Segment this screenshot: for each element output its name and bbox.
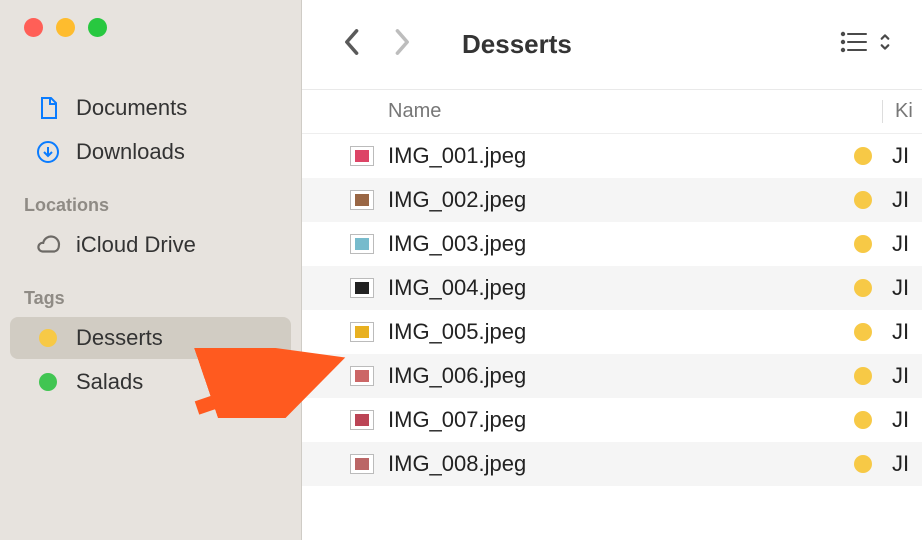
file-thumbnail-icon — [350, 410, 374, 430]
file-row[interactable]: IMG_008.jpeg JI — [302, 442, 922, 486]
sidebar-item-label: Downloads — [76, 139, 185, 165]
file-row[interactable]: IMG_002.jpeg JI — [302, 178, 922, 222]
file-row[interactable]: IMG_007.jpeg JI — [302, 398, 922, 442]
view-options-button[interactable] — [878, 31, 892, 58]
sidebar-item-label: Salads — [76, 369, 143, 395]
file-tag-dot — [854, 367, 872, 385]
file-thumbnail-icon — [350, 366, 374, 386]
document-icon — [34, 94, 62, 122]
sidebar-item-documents[interactable]: Documents — [10, 87, 291, 129]
file-kind: JI — [892, 319, 922, 345]
sidebar-item-label: iCloud Drive — [76, 232, 196, 258]
file-kind: JI — [892, 231, 922, 257]
cloud-icon — [34, 231, 62, 259]
file-tag-dot — [854, 411, 872, 429]
file-name: IMG_006.jpeg — [388, 363, 854, 389]
toolbar: Desserts — [302, 0, 922, 90]
file-name: IMG_004.jpeg — [388, 275, 854, 301]
file-name: IMG_008.jpeg — [388, 451, 854, 477]
file-thumbnail-icon — [350, 234, 374, 254]
file-kind: JI — [892, 407, 922, 433]
file-thumbnail-icon — [350, 190, 374, 210]
section-header-locations: Locations — [0, 175, 301, 222]
file-thumbnail-icon — [350, 278, 374, 298]
file-list: IMG_001.jpegJIIMG_002.jpegJIIMG_003.jpeg… — [302, 134, 922, 540]
file-tag-dot — [854, 323, 872, 341]
file-kind: JI — [892, 363, 922, 389]
file-kind: JI — [892, 187, 922, 213]
file-tag-dot — [854, 235, 872, 253]
file-thumbnail-icon — [350, 454, 374, 474]
column-header-name[interactable]: Name — [388, 100, 882, 123]
close-window-button[interactable] — [24, 18, 43, 37]
file-name: IMG_003.jpeg — [388, 231, 854, 257]
file-row[interactable]: IMG_006.jpeg JI — [302, 354, 922, 398]
window-controls — [0, 18, 301, 85]
column-headers: Name Ki — [302, 90, 922, 134]
sidebar-item-label: Documents — [76, 95, 187, 121]
fullscreen-window-button[interactable] — [88, 18, 107, 37]
file-tag-dot — [854, 279, 872, 297]
file-thumbnail-icon — [350, 146, 374, 166]
tag-dot-icon — [34, 324, 62, 352]
file-name: IMG_007.jpeg — [388, 407, 854, 433]
main-content: Desserts Name Ki — [302, 0, 922, 540]
file-tag-dot — [854, 191, 872, 209]
sidebar-item-label: Desserts — [76, 325, 163, 351]
forward-button[interactable] — [394, 28, 412, 61]
download-icon — [34, 138, 62, 166]
file-tag-dot — [854, 147, 872, 165]
file-kind: JI — [892, 143, 922, 169]
sidebar-tag-salads[interactable]: Salads — [10, 361, 291, 403]
sidebar-item-icloud-drive[interactable]: iCloud Drive — [10, 224, 291, 266]
file-name: IMG_005.jpeg — [388, 319, 854, 345]
column-header-kind[interactable]: Ki — [882, 100, 922, 123]
sidebar-tag-desserts[interactable]: Desserts — [10, 317, 291, 359]
file-kind: JI — [892, 275, 922, 301]
sidebar: Documents Downloads Locations iCloud Dri… — [0, 0, 302, 540]
window-title: Desserts — [462, 29, 572, 60]
file-thumbnail-icon — [350, 322, 374, 342]
file-row[interactable]: IMG_003.jpeg JI — [302, 222, 922, 266]
file-kind: JI — [892, 451, 922, 477]
file-name: IMG_002.jpeg — [388, 187, 854, 213]
file-row[interactable]: IMG_001.jpeg JI — [302, 134, 922, 178]
tag-dot-icon — [34, 368, 62, 396]
section-header-tags: Tags — [0, 268, 301, 315]
file-name: IMG_001.jpeg — [388, 143, 854, 169]
minimize-window-button[interactable] — [56, 18, 75, 37]
file-row[interactable]: IMG_004.jpeg JI — [302, 266, 922, 310]
file-tag-dot — [854, 455, 872, 473]
back-button[interactable] — [342, 28, 360, 61]
sidebar-item-downloads[interactable]: Downloads — [10, 131, 291, 173]
view-mode-button[interactable] — [840, 30, 868, 59]
file-row[interactable]: IMG_005.jpeg JI — [302, 310, 922, 354]
